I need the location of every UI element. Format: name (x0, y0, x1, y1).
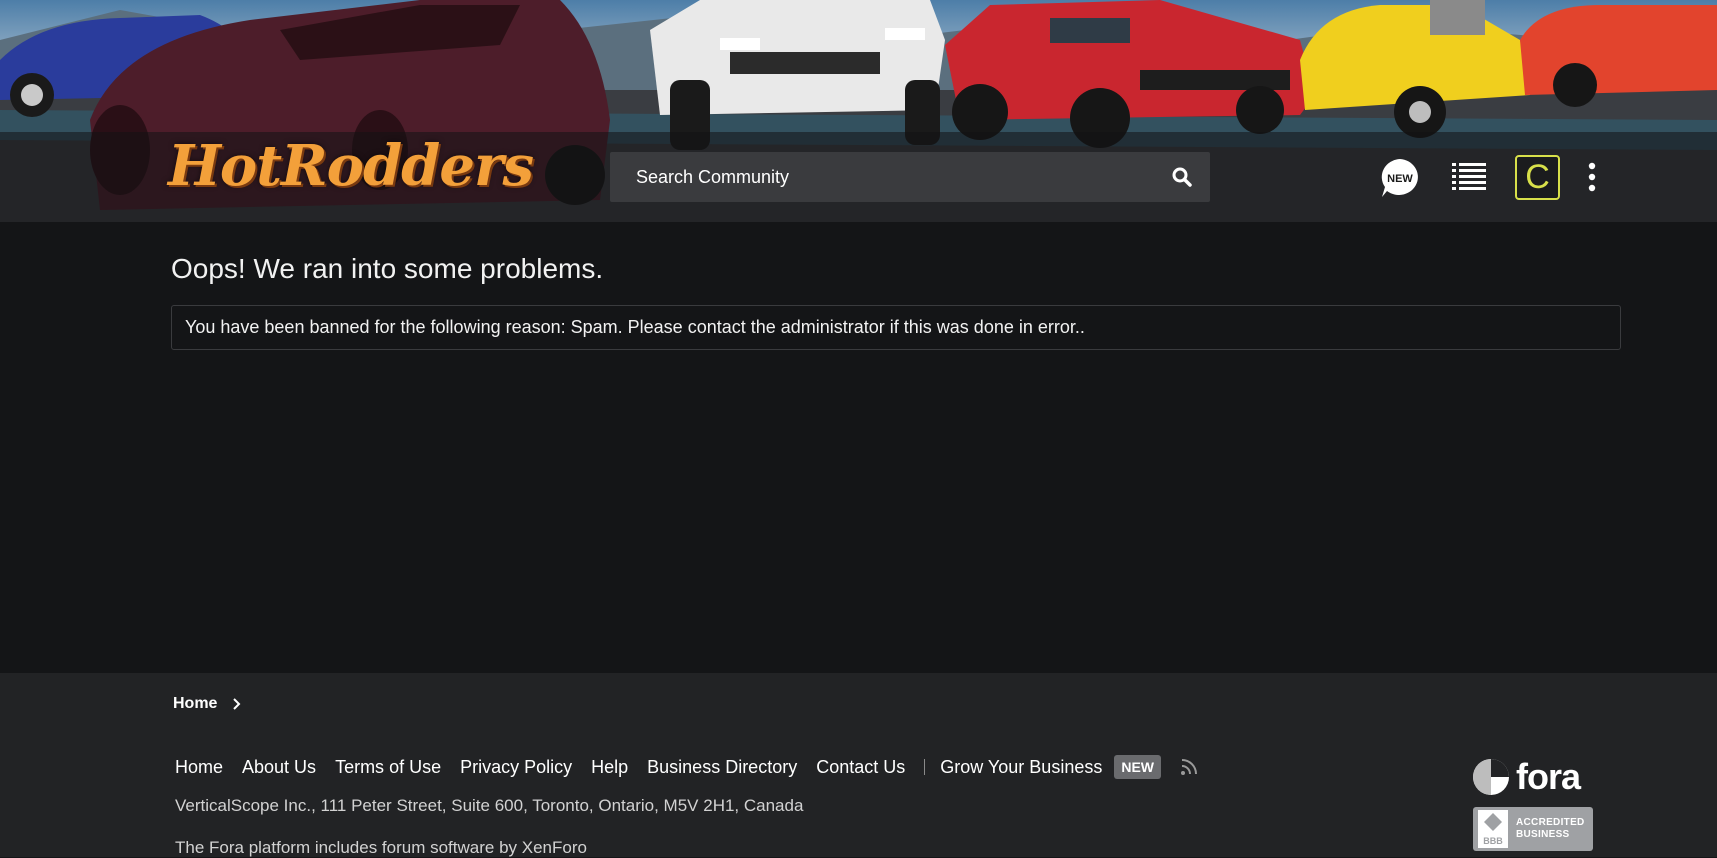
search-icon (1172, 167, 1192, 187)
more-icon (1588, 162, 1596, 192)
footer-divider (924, 759, 926, 775)
bbb-accredited-badge[interactable]: BBB ACCREDITED BUSINESS (1473, 807, 1593, 851)
footer-link-grow-business[interactable]: Grow Your Business (940, 757, 1102, 778)
fora-logo-icon (1473, 759, 1509, 795)
error-message-box: You have been banned for the following r… (171, 305, 1621, 350)
search-bar (610, 152, 1210, 202)
list-button[interactable] (1452, 162, 1486, 192)
company-address: VerticalScope Inc., 111 Peter Street, Su… (175, 796, 804, 815)
site-header: HotRodders NEW C (0, 0, 1717, 222)
footer-links: Home About Us Terms of Use Privacy Polic… (175, 755, 1198, 779)
platform-note: The Fora platform includes forum softwar… (175, 838, 587, 857)
page-title: Oops! We ran into some problems. (171, 253, 604, 284)
footer-link-about[interactable]: About Us (242, 757, 316, 778)
error-message-text: You have been banned for the following r… (185, 317, 1085, 337)
new-posts-button[interactable]: NEW (1379, 157, 1421, 199)
footer-link-privacy[interactable]: Privacy Policy (460, 757, 572, 778)
new-posts-icon: NEW (1381, 159, 1418, 197)
chevron-right-icon (233, 698, 241, 710)
bbb-text-line1: ACCREDITED (1516, 817, 1585, 828)
search-button[interactable] (1154, 152, 1210, 202)
footer-link-contact[interactable]: Contact Us (816, 757, 905, 778)
footer-link-business-directory[interactable]: Business Directory (647, 757, 797, 778)
site-logo-text: HotRodders (168, 133, 534, 199)
list-icon (1452, 163, 1486, 190)
search-input[interactable] (610, 152, 1154, 202)
user-avatar[interactable]: C (1515, 155, 1560, 200)
fora-logo[interactable]: fora (1472, 756, 1581, 798)
bbb-text-line2: BUSINESS (1516, 829, 1570, 840)
footer-link-terms[interactable]: Terms of Use (335, 757, 441, 778)
more-menu-button[interactable] (1582, 160, 1602, 194)
footer-link-help[interactable]: Help (591, 757, 628, 778)
breadcrumb: Home (173, 695, 241, 713)
site-logo[interactable]: HotRodders (168, 138, 534, 194)
bbb-mark-text: BBB (1483, 836, 1503, 846)
new-badge: NEW (1114, 755, 1162, 779)
bbb-icon: BBB (1478, 810, 1508, 848)
footer-link-home[interactable]: Home (175, 757, 223, 778)
new-posts-icon-label: NEW (1387, 173, 1413, 185)
fora-logo-text: fora (1516, 756, 1581, 797)
rss-icon[interactable] (1180, 758, 1198, 776)
breadcrumb-home[interactable]: Home (173, 695, 217, 713)
bbb-text: ACCREDITED BUSINESS (1516, 817, 1585, 841)
